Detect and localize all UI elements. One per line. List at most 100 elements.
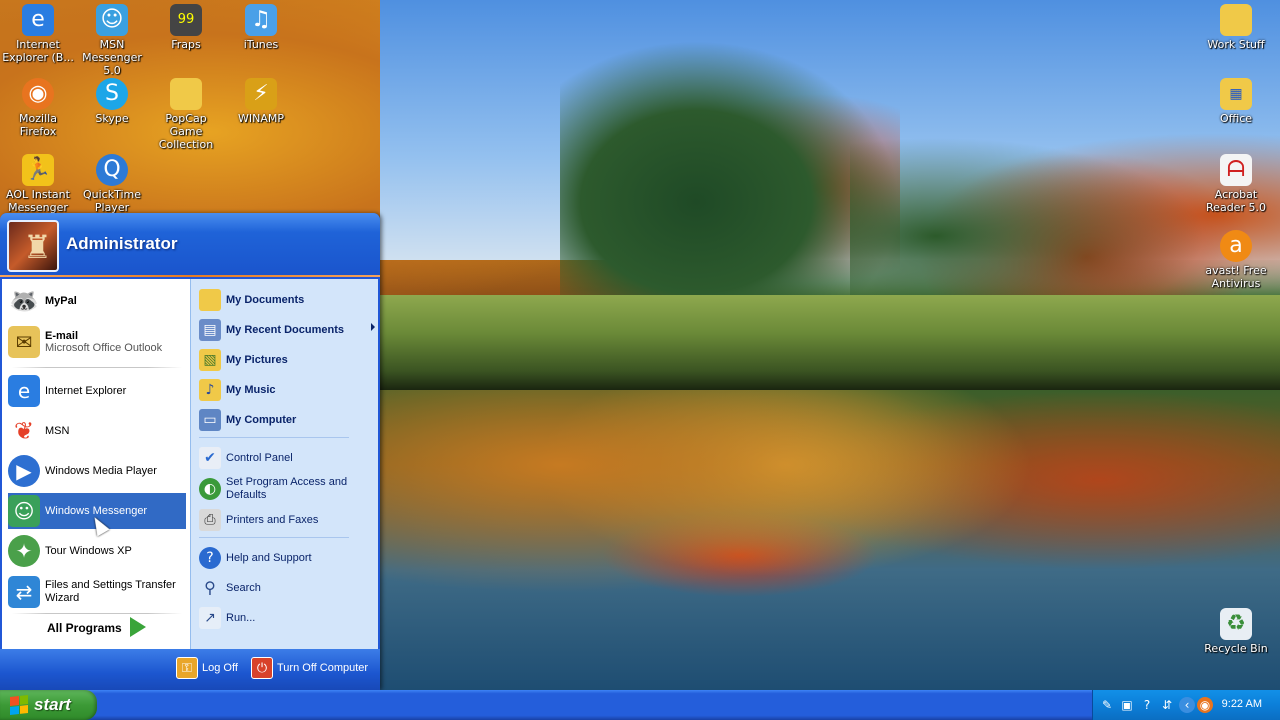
menu-item-run[interactable]: ↗ Run... (199, 605, 371, 631)
pinned-divider (12, 367, 182, 368)
aol-desktop-icon[interactable]: 🏃 AOL Instant Messenger (0, 154, 76, 214)
menu-item-windows-media-player[interactable]: ▶ Windows Media Player (8, 453, 186, 489)
recycle-bin-desktop-icon[interactable]: ♻ Recycle Bin (1198, 608, 1274, 655)
folder-icon (199, 289, 221, 311)
meadow (380, 295, 1280, 390)
ie-icon: e (22, 4, 54, 36)
fraps-desktop-icon[interactable]: 99 Fraps (148, 4, 224, 51)
msn-butterfly-icon: ❦ (8, 415, 40, 447)
menu-item-files-settings-transfer[interactable]: ⇄ Files and Settings Transfer Wizard (8, 573, 186, 611)
email-text: E-mail Microsoft Office Outlook (45, 330, 163, 354)
computer-icon: ▭ (199, 409, 221, 431)
pen-tool-icon[interactable]: ✎ (1099, 697, 1115, 713)
firefox-tray-icon[interactable]: ◉ (1197, 697, 1213, 713)
winamp-desktop-icon[interactable]: ⚡ WINAMP (223, 78, 299, 125)
menu-item-msn[interactable]: ❦ MSN (8, 413, 186, 449)
log-off-button[interactable]: ⚿ Log Off (176, 657, 238, 679)
chess-pieces-icon: ♜ (23, 228, 52, 266)
usb-icon[interactable]: ⇵ (1159, 697, 1175, 713)
all-programs-divider (12, 613, 182, 614)
quicktime-desktop-icon[interactable]: Q QuickTime Player (74, 154, 150, 214)
outlook-icon: ✉ (8, 326, 40, 358)
network-icon[interactable]: ▣ (1119, 697, 1135, 713)
menu-item-my-pictures[interactable]: ▧ My Pictures (199, 347, 371, 373)
ie-icon: e (8, 375, 40, 407)
quicktime-icon: Q (96, 154, 128, 186)
start-menu-left-pane: 🦝 MyPal ✉ E-mail Microsoft Office Outloo… (2, 279, 190, 649)
turn-off-computer-button[interactable]: ⏻ Turn Off Computer (251, 657, 368, 679)
itunes-desktop-icon[interactable]: ♫ iTunes (223, 4, 299, 51)
skype-icon: S (96, 78, 128, 110)
menu-item-email[interactable]: ✉ E-mail Microsoft Office Outlook (8, 323, 186, 361)
help-icon: ? (199, 547, 221, 569)
folder-pictures-icon: ▧ (199, 349, 221, 371)
media-player-icon: ▶ (8, 455, 40, 487)
menu-item-my-computer[interactable]: ▭ My Computer (199, 407, 371, 433)
winamp-icon: ⚡ (245, 78, 277, 110)
program-access-icon: ◐ (199, 478, 221, 500)
lake-reflection (380, 390, 1280, 690)
menu-item-set-program-access[interactable]: ◐ Set Program Access and Defaults (199, 473, 371, 505)
evergreen-trees (560, 40, 900, 310)
menu-item-mypal[interactable]: 🦝 MyPal (8, 283, 186, 319)
menu-item-internet-explorer[interactable]: e Internet Explorer (8, 373, 186, 409)
clock[interactable]: 9:22 AM (1222, 698, 1262, 710)
windows-logo-icon (10, 695, 28, 715)
search-icon: ⚲ (204, 578, 216, 597)
recycle-bin-icon: ♻ (1220, 608, 1252, 640)
tour-icon: ✦ (8, 535, 40, 567)
start-menu-footer: ⚿ Log Off ⏻ Turn Off Computer (0, 649, 380, 690)
menu-item-search[interactable]: ⚲ Search (199, 575, 371, 601)
run-icon: ↗ (199, 607, 221, 629)
messenger-icon: ☺ (96, 4, 128, 36)
back-arrow-icon[interactable]: ‹ (1179, 697, 1195, 713)
start-label: start (34, 695, 71, 714)
all-programs-button[interactable]: All Programs (47, 621, 122, 635)
header-divider (0, 275, 380, 277)
internet-explorer-desktop-icon[interactable]: e Internet Explorer (B... (0, 4, 76, 64)
power-icon: ⏻ (251, 657, 273, 679)
green-arrow-icon (130, 617, 146, 637)
menu-item-printers-faxes[interactable]: ⎙ Printers and Faxes (199, 507, 371, 533)
menu-item-my-recent-documents[interactable]: ▤ My Recent Documents (199, 317, 375, 343)
skype-desktop-icon[interactable]: S Skype (74, 78, 150, 125)
menu-item-help-support[interactable]: ? Help and Support (199, 545, 371, 571)
system-tray: ✎ ▣ ? ⇵ ‹ ◉ 9:22 AM (1092, 690, 1280, 720)
work-stuff-desktop-icon[interactable]: Work Stuff (1198, 4, 1274, 51)
aim-icon: 🏃 (22, 154, 54, 186)
control-panel-icon: ✔ (199, 447, 221, 469)
printer-icon: ⎙ (199, 509, 221, 531)
transfer-wizard-icon: ⇄ (8, 576, 40, 608)
folder-icon (170, 78, 202, 110)
office-folder-icon: ▦ (1220, 78, 1252, 110)
acrobat-icon: ᗩ (1220, 154, 1252, 186)
fraps-icon: 99 (170, 4, 202, 36)
firefox-icon: ◉ (22, 78, 54, 110)
menu-item-tour-windows-xp[interactable]: ✦ Tour Windows XP (8, 533, 186, 569)
help-tray-icon[interactable]: ? (1139, 697, 1155, 713)
key-icon: ⚿ (176, 657, 198, 679)
firefox-desktop-icon[interactable]: ◉ Mozilla Firefox (0, 78, 76, 138)
office-desktop-icon[interactable]: ▦ Office (1198, 78, 1274, 125)
submenu-arrow-icon (371, 323, 375, 331)
msn-messenger-desktop-icon[interactable]: ☺ MSN Messenger 5.0 (74, 4, 150, 77)
avast-desktop-icon[interactable]: a avast! Free Antivirus (1198, 230, 1274, 290)
menu-item-my-documents[interactable]: My Documents (199, 287, 371, 313)
popcap-desktop-icon[interactable]: PopCap Game Collection (148, 78, 224, 151)
start-button[interactable]: start (0, 690, 97, 720)
itunes-icon: ♫ (245, 4, 277, 36)
folder-icon (1220, 4, 1252, 36)
taskbar: start ✎ ▣ ? ⇵ ‹ ◉ 9:22 AM (0, 690, 1280, 720)
right-divider-2 (199, 537, 349, 538)
right-divider-1 (199, 437, 349, 438)
recent-docs-icon: ▤ (199, 319, 221, 341)
avast-icon: a (1220, 230, 1252, 262)
menu-item-control-panel[interactable]: ✔ Control Panel (199, 445, 371, 471)
acrobat-desktop-icon[interactable]: ᗩ Acrobat Reader 5.0 (1198, 154, 1274, 214)
menu-item-my-music[interactable]: ♪ My Music (199, 377, 371, 403)
raccoon-icon: 🦝 (8, 285, 40, 317)
messenger-icon: ☺ (8, 495, 40, 527)
user-name: Administrator (66, 234, 178, 253)
start-menu: ♜ Administrator 🦝 MyPal ✉ E-mail Microso… (0, 213, 380, 690)
user-avatar[interactable]: ♜ (7, 220, 59, 272)
